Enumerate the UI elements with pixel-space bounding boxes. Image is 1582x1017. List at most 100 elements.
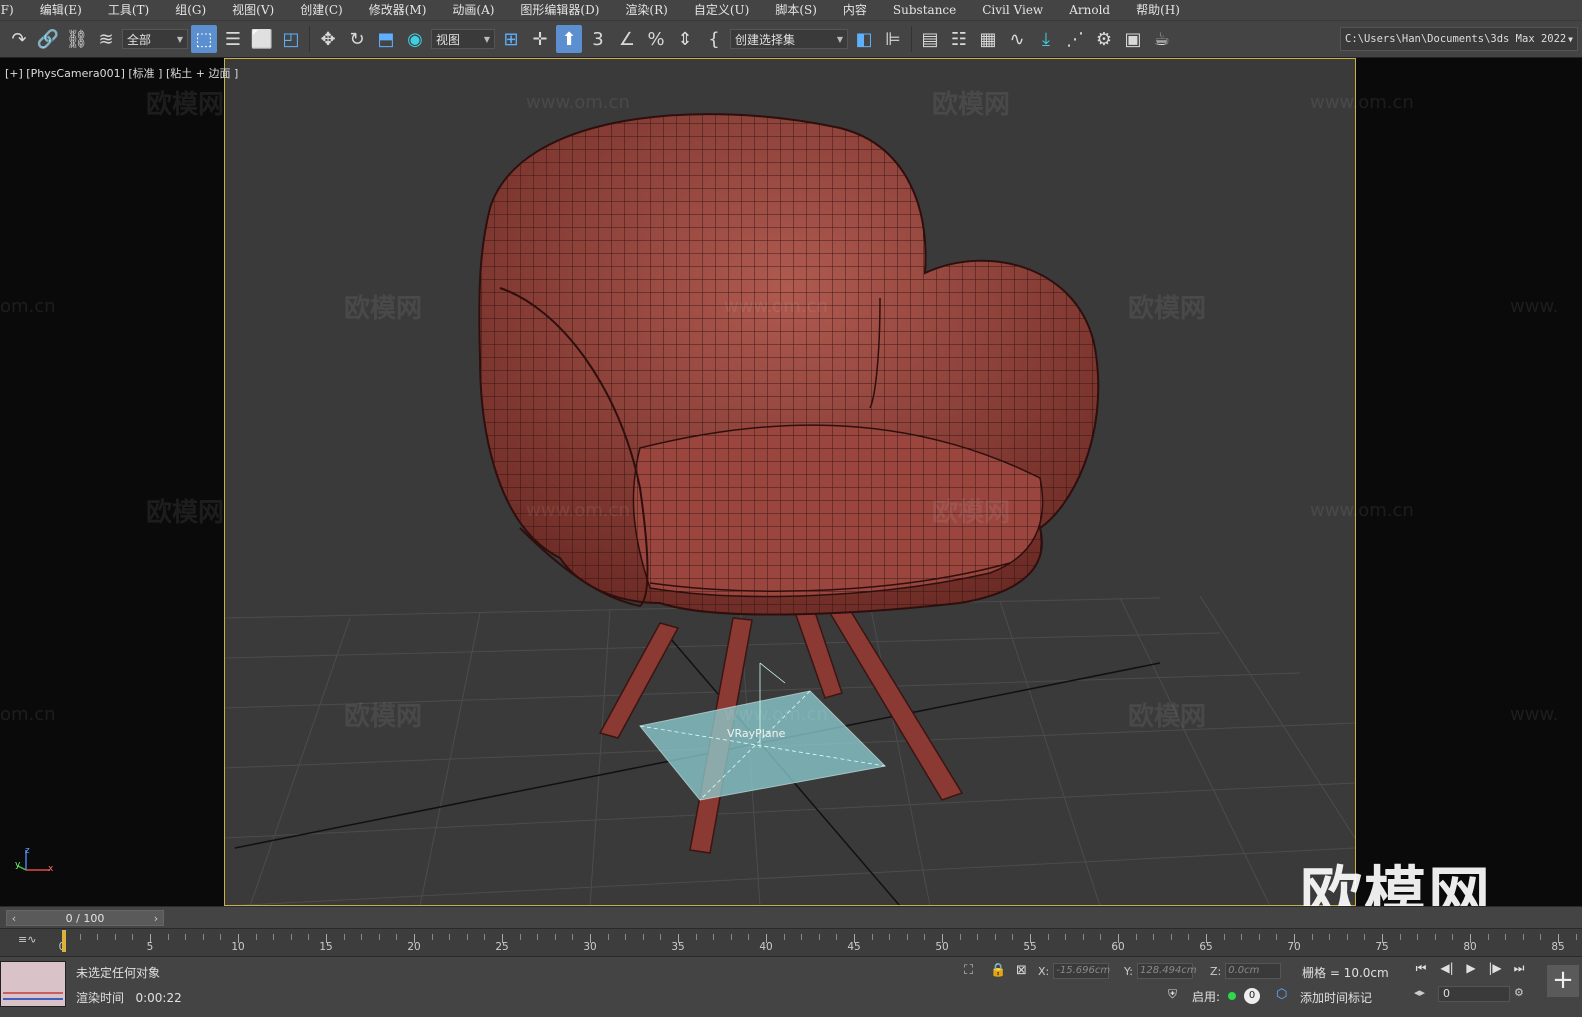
window-crossing-icon[interactable]: ◰ xyxy=(278,25,304,53)
menu-item[interactable]: 编辑(E) xyxy=(28,0,96,20)
vray-plane-label: VRayPlane xyxy=(727,727,786,740)
watermark-url: www. xyxy=(1510,296,1559,317)
watermark-url: www.om.cn xyxy=(526,500,630,521)
menu-item[interactable]: 创建(C) xyxy=(288,0,357,20)
trackbar-tick xyxy=(167,934,169,940)
toggle-ribbon-icon[interactable]: ▦ xyxy=(975,25,1001,53)
trackbar-tick xyxy=(994,934,996,940)
trackbar-tick xyxy=(1241,934,1243,940)
dope-sheet-icon[interactable]: ⤓ xyxy=(1033,25,1059,53)
trackbar[interactable]: ≡∿ 0510152025303540455055606570758085 xyxy=(0,928,1582,956)
menu-item[interactable]: 内容 xyxy=(831,0,881,20)
trackbar-tick-label: 60 xyxy=(1111,941,1125,953)
playhead[interactable] xyxy=(62,930,66,952)
menu-item[interactable]: 帮助(H) xyxy=(1124,0,1194,20)
time-tag-icon[interactable]: ⬡ xyxy=(1276,987,1287,1002)
trackbar-tick xyxy=(1487,934,1489,940)
menu-item[interactable]: (F) xyxy=(0,0,28,20)
render-production-icon[interactable]: ☕ xyxy=(1149,25,1175,53)
add-time-tag[interactable]: 添加时间标记 xyxy=(1300,989,1372,1006)
menu-item[interactable]: 修改器(M) xyxy=(357,0,441,20)
edit-named-selection-icon[interactable]: { xyxy=(701,25,727,53)
mini-curve-editor-icon[interactable]: ≡∿ xyxy=(18,933,36,946)
create-plus-button[interactable]: + xyxy=(1547,965,1579,997)
menu-item[interactable]: 视图(V) xyxy=(220,0,288,20)
next-frame-icon[interactable]: |▶ xyxy=(1484,961,1506,979)
previous-frame-icon[interactable]: ◀| xyxy=(1436,961,1458,979)
menu-item[interactable]: 组(G) xyxy=(163,0,220,20)
rect-selection-region-icon[interactable]: ⬜ xyxy=(249,25,275,53)
menu-item[interactable]: 自定义(U) xyxy=(682,0,763,20)
menu-item[interactable]: Civil View xyxy=(970,0,1057,20)
scale-icon[interactable]: ⬒ xyxy=(373,25,399,53)
isolate-selection-icon[interactable]: ⛶ xyxy=(964,963,973,978)
move-icon[interactable]: ✥ xyxy=(315,25,341,53)
bind-spacewarp-icon[interactable]: ≋ xyxy=(93,25,119,53)
trackbar-tick-label: 85 xyxy=(1551,941,1565,953)
scene-explorer-icon[interactable]: ▤ xyxy=(917,25,943,53)
pivot-center-icon[interactable]: ⊞ xyxy=(498,25,524,53)
menu-item[interactable]: Arnold xyxy=(1057,0,1124,20)
trackbar-tick xyxy=(343,934,345,940)
lock-selection-icon[interactable]: 🔒 xyxy=(990,963,1006,978)
render-setup-icon[interactable]: ⚙ xyxy=(1091,25,1117,53)
menu-item[interactable]: 渲染(R) xyxy=(613,0,681,20)
redo-icon[interactable]: ↷ xyxy=(6,25,32,53)
place-icon[interactable]: ◉ xyxy=(402,25,428,53)
curve-editor-icon[interactable]: ∿ xyxy=(1004,25,1030,53)
percent-snap-icon[interactable]: % xyxy=(643,25,669,53)
select-manipulate-icon[interactable]: ✛ xyxy=(527,25,553,53)
trackbar-tick xyxy=(818,934,820,940)
named-selection-set-dropdown[interactable]: 创建选择集 ▼ xyxy=(730,29,848,49)
select-by-name-icon[interactable]: ☰ xyxy=(220,25,246,53)
key-mode-icon[interactable]: ◂▸ xyxy=(1414,986,1425,999)
layer-explorer-icon[interactable]: ☷ xyxy=(946,25,972,53)
trackbar-tick-label: 5 xyxy=(146,941,154,953)
go-to-end-icon[interactable]: ⏭ xyxy=(1508,961,1530,979)
mirror-icon[interactable]: ◧ xyxy=(851,25,877,53)
rendered-frame-window-icon[interactable]: ▣ xyxy=(1120,25,1146,53)
snaps-toggle-icon[interactable]: 3 xyxy=(585,25,611,53)
chevron-right-icon[interactable]: › xyxy=(149,912,163,925)
unlink-icon[interactable]: ⛓ xyxy=(64,25,90,53)
trackbar-tick xyxy=(185,934,187,940)
menu-item[interactable]: 脚本(S) xyxy=(763,0,831,20)
project-path-dropdown[interactable]: C:\Users\Han\Documents\3ds Max 2022 ▼ xyxy=(1340,27,1578,51)
viewport-camera[interactable]: [+] [PhysCamera001] [标准 ] [粘土 + 边面 ] 欧模网… xyxy=(0,58,1582,906)
link-icon[interactable]: 🔗 xyxy=(35,25,61,53)
time-slider[interactable]: ‹ 0 / 100 › xyxy=(6,910,164,926)
current-frame-field[interactable]: 0 xyxy=(1438,986,1510,1002)
select-object-button[interactable]: ⬚ xyxy=(191,25,217,53)
selection-filter-dropdown[interactable]: 全部 ▼ xyxy=(122,29,188,49)
spinner-snap-icon[interactable]: ⇕ xyxy=(672,25,698,53)
trackbar-tick xyxy=(1047,934,1049,940)
enable-label: 启用: xyxy=(1192,990,1221,1004)
menu-item[interactable]: 图形编辑器(D) xyxy=(508,0,613,20)
chevron-left-icon[interactable]: ‹ xyxy=(7,912,21,925)
time-config-icon[interactable]: ⚙ xyxy=(1514,986,1524,999)
chevron-down-icon: ▼ xyxy=(176,34,183,44)
absolute-mode-icon[interactable]: ⊠ xyxy=(1016,963,1027,978)
scene-canvas[interactable] xyxy=(0,58,1582,906)
go-to-start-icon[interactable]: ⏮ xyxy=(1410,961,1432,979)
angle-snap-icon[interactable]: ∠ xyxy=(614,25,640,53)
menu-item[interactable]: 工具(T) xyxy=(96,0,163,20)
schematic-view-icon[interactable]: ⋰ xyxy=(1062,25,1088,53)
trackbar-tick xyxy=(730,934,732,940)
keyboard-shortcut-override-button[interactable]: ⬆ xyxy=(556,25,582,53)
play-icon[interactable]: ▶ xyxy=(1460,961,1482,979)
menu-item[interactable]: Substance xyxy=(881,0,970,20)
reference-coordinate-dropdown[interactable]: 视图 ▼ xyxy=(431,29,495,49)
viewport-label[interactable]: [+] [PhysCamera001] [标准 ] [粘土 + 边面 ] xyxy=(5,65,238,81)
adaptive-degradation-icon[interactable]: ⛨ xyxy=(1168,987,1177,1002)
trackbar-tick-label: 35 xyxy=(671,941,685,953)
rotate-icon[interactable]: ↻ xyxy=(344,25,370,53)
maxscript-listener-mini[interactable] xyxy=(0,961,66,1007)
x-field[interactable]: -15.696cm xyxy=(1053,963,1110,979)
z-field[interactable]: 0.0cm xyxy=(1225,963,1282,979)
y-field[interactable]: 128.494cm xyxy=(1136,963,1197,979)
trackbar-tick xyxy=(1135,934,1137,940)
watermark-text: 欧模网 xyxy=(344,702,423,732)
menu-item[interactable]: 动画(A) xyxy=(440,0,508,20)
align-icon[interactable]: ⊫ xyxy=(880,25,906,53)
